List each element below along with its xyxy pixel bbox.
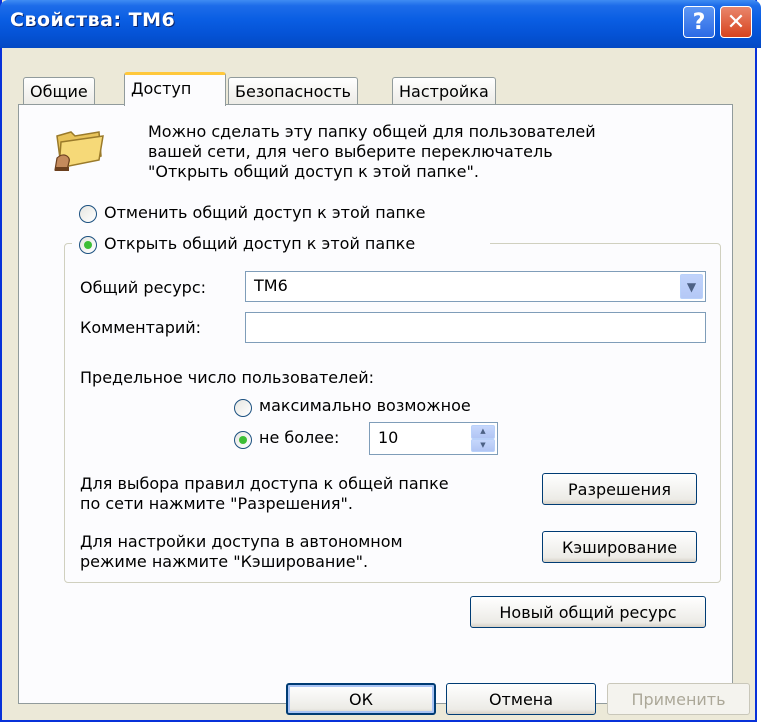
- ok-button[interactable]: ОК: [286, 683, 436, 715]
- intro-line: "Открыть общий доступ к этой папке".: [148, 162, 479, 181]
- intro-line: Можно сделать эту папку общей для пользо…: [148, 122, 596, 141]
- do-not-share-radio[interactable]: [79, 205, 97, 223]
- caching-hint-line2: режиме нажмите "Кэширование".: [80, 552, 369, 571]
- spin-down-icon[interactable]: ▼: [471, 438, 495, 452]
- tab-customize[interactable]: Настройка: [392, 77, 496, 105]
- new-share-button[interactable]: Новый общий ресурс: [470, 596, 706, 628]
- button-label: Применить: [631, 689, 726, 709]
- comment-input[interactable]: [245, 312, 706, 343]
- max-allowed-label[interactable]: максимально возможное: [259, 396, 471, 415]
- tab-label: Настройка: [399, 82, 489, 101]
- tab-label: Доступ: [131, 79, 192, 98]
- tab-general[interactable]: Общие: [23, 77, 95, 105]
- share-name-value: ТМ6: [254, 276, 288, 295]
- shared-folder-icon: [54, 131, 104, 171]
- close-button[interactable]: ✕: [720, 6, 752, 38]
- allow-users-radio[interactable]: [234, 431, 252, 449]
- intro-line: вашей сети, для чего выберите переключат…: [148, 142, 553, 161]
- chevron-down-icon[interactable]: ▼: [680, 274, 703, 299]
- sharing-intro-text: Можно сделать эту папку общей для пользо…: [148, 122, 708, 182]
- caching-button[interactable]: Кэширование: [542, 531, 697, 563]
- comment-label: Комментарий:: [80, 318, 202, 337]
- tab-sharing[interactable]: Доступ: [124, 72, 226, 106]
- permissions-button[interactable]: Разрешения: [542, 473, 697, 505]
- permissions-hint-line2: по сети нажмите "Разрешения".: [80, 494, 353, 513]
- help-button[interactable]: ?: [683, 6, 715, 38]
- button-label: Разрешения: [568, 479, 671, 499]
- spin-up-icon[interactable]: ▲: [471, 425, 495, 439]
- cancel-button[interactable]: Отмена: [446, 683, 596, 715]
- button-label: Отмена: [488, 689, 554, 709]
- share-name-combobox[interactable]: ТМ6 ▼: [245, 271, 706, 302]
- tab-label: Безопасность: [235, 82, 351, 101]
- allow-users-label[interactable]: не более:: [259, 428, 339, 447]
- share-name-label: Общий ресурс:: [80, 278, 207, 297]
- tab-label: Общие: [30, 82, 88, 101]
- caching-hint-line1: Для настройки доступа в автономном: [80, 532, 403, 551]
- share-folder-radio[interactable]: [79, 236, 97, 254]
- tab-security[interactable]: Безопасность: [228, 77, 358, 105]
- button-label: ОК: [349, 689, 373, 709]
- user-limit-value: 10: [378, 428, 399, 447]
- button-label: Новый общий ресурс: [499, 602, 677, 622]
- share-folder-label[interactable]: Открыть общий доступ к этой папке: [104, 234, 415, 253]
- window-title: Свойства: ТМ6: [10, 9, 176, 31]
- max-allowed-radio[interactable]: [234, 399, 252, 417]
- button-label: Кэширование: [561, 537, 678, 557]
- close-icon: ✕: [726, 9, 746, 35]
- title-bar[interactable]: Свойства: ТМ6 ? ✕: [0, 0, 761, 48]
- apply-button: Применить: [607, 683, 750, 715]
- do-not-share-label[interactable]: Отменить общий доступ к этой папке: [104, 203, 425, 222]
- user-limit-label: Предельное число пользователей:: [80, 368, 374, 387]
- user-limit-stepper[interactable]: 10 ▲ ▼: [369, 422, 498, 455]
- permissions-hint-line1: Для выбора правил доступа к общей папке: [80, 474, 449, 493]
- help-icon: ?: [692, 9, 706, 35]
